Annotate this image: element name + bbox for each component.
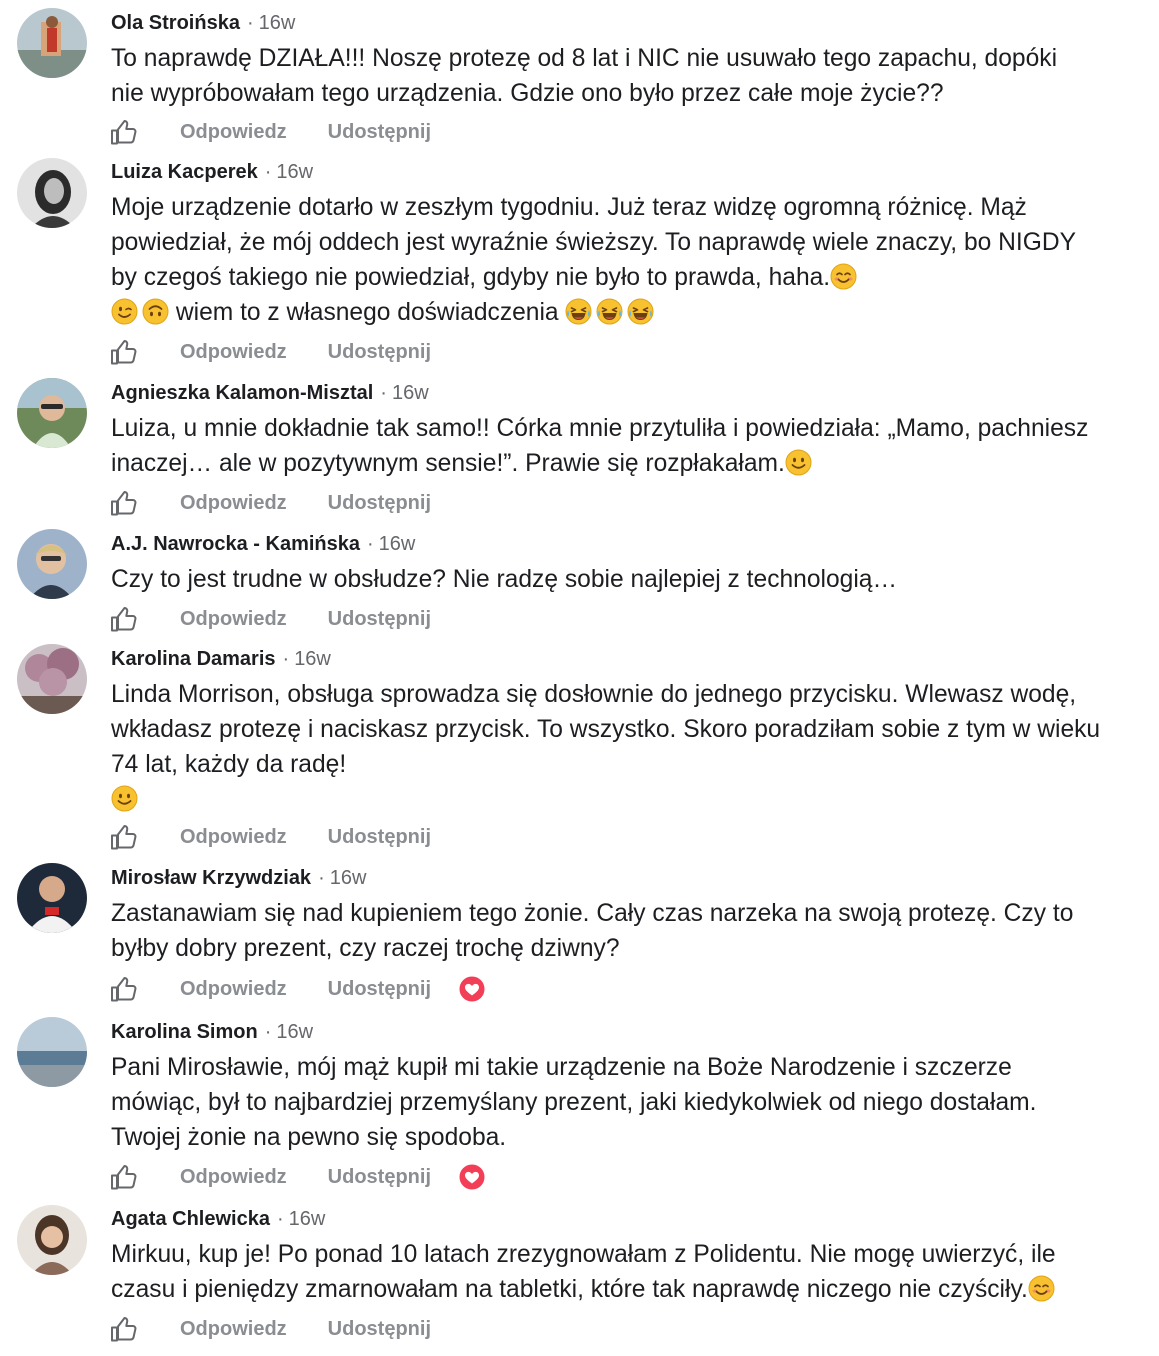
reply-button[interactable]: Odpowiedz: [180, 492, 287, 515]
share-button[interactable]: Udostępnij: [328, 1318, 431, 1341]
comment-time[interactable]: 16w: [392, 382, 429, 404]
avatar[interactable]: [17, 529, 87, 599]
reply-button[interactable]: Odpowiedz: [180, 826, 287, 849]
reply-button[interactable]: Odpowiedz: [180, 978, 287, 1001]
comment-text: Zastanawiam się nad kupieniem tego żonie…: [111, 900, 1074, 962]
like-icon[interactable]: [109, 1162, 139, 1192]
comment-time[interactable]: 16w: [379, 533, 416, 555]
wink-emoji-icon: [111, 298, 138, 325]
share-button[interactable]: Udostępnij: [328, 1166, 431, 1189]
avatar-image: [17, 529, 87, 599]
comment-author[interactable]: Agnieszka Kalamon-Misztal: [111, 382, 373, 404]
avatar[interactable]: [17, 1205, 87, 1275]
like-icon[interactable]: [109, 117, 139, 147]
avatar[interactable]: [17, 1017, 87, 1087]
comment-text: Czy to jest trudne w obsłudze? Nie radzę…: [111, 566, 898, 593]
comment-time[interactable]: 16w: [259, 12, 296, 34]
avatar[interactable]: [17, 158, 87, 228]
blush-emoji-icon: [830, 263, 857, 290]
comment-time[interactable]: 16w: [294, 648, 331, 670]
share-button[interactable]: Udostępnij: [328, 826, 431, 849]
reply-button[interactable]: Odpowiedz: [180, 121, 287, 144]
comment-text: Moje urządzenie dotarło w zeszłym tygodn…: [111, 194, 1077, 291]
like-icon[interactable]: [109, 822, 139, 852]
comment-text-line: wiem to z własnego doświadczenia: [175, 299, 559, 326]
like-icon[interactable]: [109, 974, 139, 1004]
avatar-image: [17, 1205, 87, 1275]
comment-time[interactable]: 16w: [289, 1208, 326, 1230]
comment-author[interactable]: Luiza Kacperek: [111, 161, 258, 183]
comment-time[interactable]: 16w: [276, 1021, 313, 1043]
reply-button[interactable]: Odpowiedz: [180, 1166, 287, 1189]
avatar[interactable]: [17, 863, 87, 933]
laugh-emoji-icon: [565, 298, 592, 325]
share-button[interactable]: Udostępnij: [328, 341, 431, 364]
comment-author[interactable]: Ola Stroińska: [111, 12, 240, 34]
comment-text: Linda Morrison, obsługa sprowadza się do…: [111, 681, 1101, 778]
smile-emoji-icon: [785, 449, 812, 476]
share-button[interactable]: Udostępnij: [328, 608, 431, 631]
like-icon[interactable]: [109, 337, 139, 367]
avatar-image: [17, 1017, 87, 1087]
comment-author[interactable]: Karolina Simon: [111, 1021, 258, 1043]
comment-text: Mirkuu, kup je! Po ponad 10 latach zrezy…: [111, 1241, 1056, 1303]
avatar[interactable]: [17, 378, 87, 448]
love-reaction-icon[interactable]: [458, 975, 486, 1003]
avatar-image: [17, 644, 87, 714]
comment-author[interactable]: Mirosław Krzywdziak: [111, 867, 311, 889]
comment-author[interactable]: Karolina Damaris: [111, 648, 276, 670]
share-button[interactable]: Udostępnij: [328, 978, 431, 1001]
share-button[interactable]: Udostępnij: [328, 121, 431, 144]
avatar-image: [17, 8, 87, 78]
upside-down-emoji-icon: [142, 298, 169, 325]
reply-button[interactable]: Odpowiedz: [180, 1318, 287, 1341]
avatar[interactable]: [17, 8, 87, 78]
comment-time[interactable]: 16w: [330, 867, 367, 889]
comment-time[interactable]: 16w: [276, 161, 313, 183]
reply-button[interactable]: Odpowiedz: [180, 608, 287, 631]
laugh-emoji-icon: [627, 298, 654, 325]
avatar-image: [17, 158, 87, 228]
comment-text: Pani Mirosławie, mój mąż kupił mi takie …: [111, 1054, 1037, 1151]
comment-text: To naprawdę DZIAŁA!!! Noszę protezę od 8…: [111, 45, 1058, 107]
blush-emoji-icon: [1028, 1275, 1055, 1302]
love-reaction-icon[interactable]: [458, 1163, 486, 1191]
avatar[interactable]: [17, 644, 87, 714]
comment-author[interactable]: A.J. Nawrocka - Kamińska: [111, 533, 360, 555]
like-icon[interactable]: [109, 1314, 139, 1344]
comment-text: Luiza, u mnie dokładnie tak samo!! Córka…: [111, 415, 1089, 477]
like-icon[interactable]: [109, 604, 139, 634]
laugh-emoji-icon: [596, 298, 623, 325]
smile-emoji-icon: [111, 785, 138, 812]
avatar-image: [17, 863, 87, 933]
comment-author[interactable]: Agata Chlewicka: [111, 1208, 270, 1230]
like-icon[interactable]: [109, 488, 139, 518]
avatar-image: [17, 378, 87, 448]
share-button[interactable]: Udostępnij: [328, 492, 431, 515]
reply-button[interactable]: Odpowiedz: [180, 341, 287, 364]
